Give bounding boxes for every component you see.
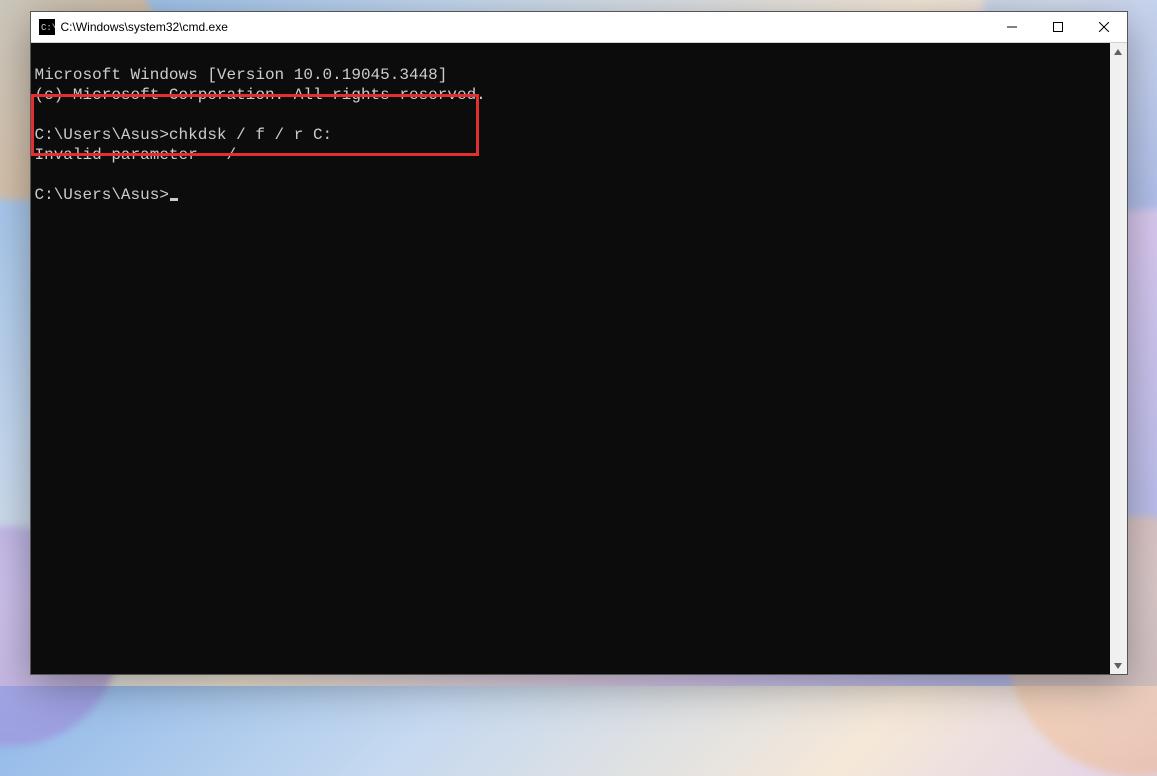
close-icon [1099,22,1109,32]
window-controls [989,12,1127,42]
terminal-output[interactable]: Microsoft Windows [Version 10.0.19045.34… [31,43,1110,674]
console-line: (c) Microsoft Corporation. All rights re… [35,86,486,104]
maximize-icon [1053,22,1063,32]
scrollbar-down-button[interactable] [1110,657,1127,674]
console-line: Invalid parameter - / [35,146,237,164]
console-line: Microsoft Windows [Version 10.0.19045.34… [35,66,448,84]
titlebar[interactable]: C:\ C:\Windows\system32\cmd.exe [31,12,1127,43]
console-prompt: C:\Users\Asus> [35,186,169,204]
chevron-up-icon [1114,49,1122,55]
chevron-down-icon [1114,663,1122,669]
scrollbar-up-button[interactable] [1110,43,1127,60]
minimize-button[interactable] [989,12,1035,42]
scrollbar-track[interactable] [1110,60,1127,657]
vertical-scrollbar[interactable] [1110,43,1127,674]
maximize-button[interactable] [1035,12,1081,42]
console-line: C:\Users\Asus>chkdsk / f / r C: [35,126,333,144]
cmd-window: C:\ C:\Windows\system32\cmd.exe Microsof… [30,11,1128,675]
svg-text:C:\: C:\ [41,23,55,33]
window-title: C:\Windows\system32\cmd.exe [61,20,989,34]
terminal-area: Microsoft Windows [Version 10.0.19045.34… [31,43,1127,674]
text-cursor [170,198,178,201]
close-button[interactable] [1081,12,1127,42]
minimize-icon [1007,22,1017,32]
cmd-icon: C:\ [39,19,55,35]
